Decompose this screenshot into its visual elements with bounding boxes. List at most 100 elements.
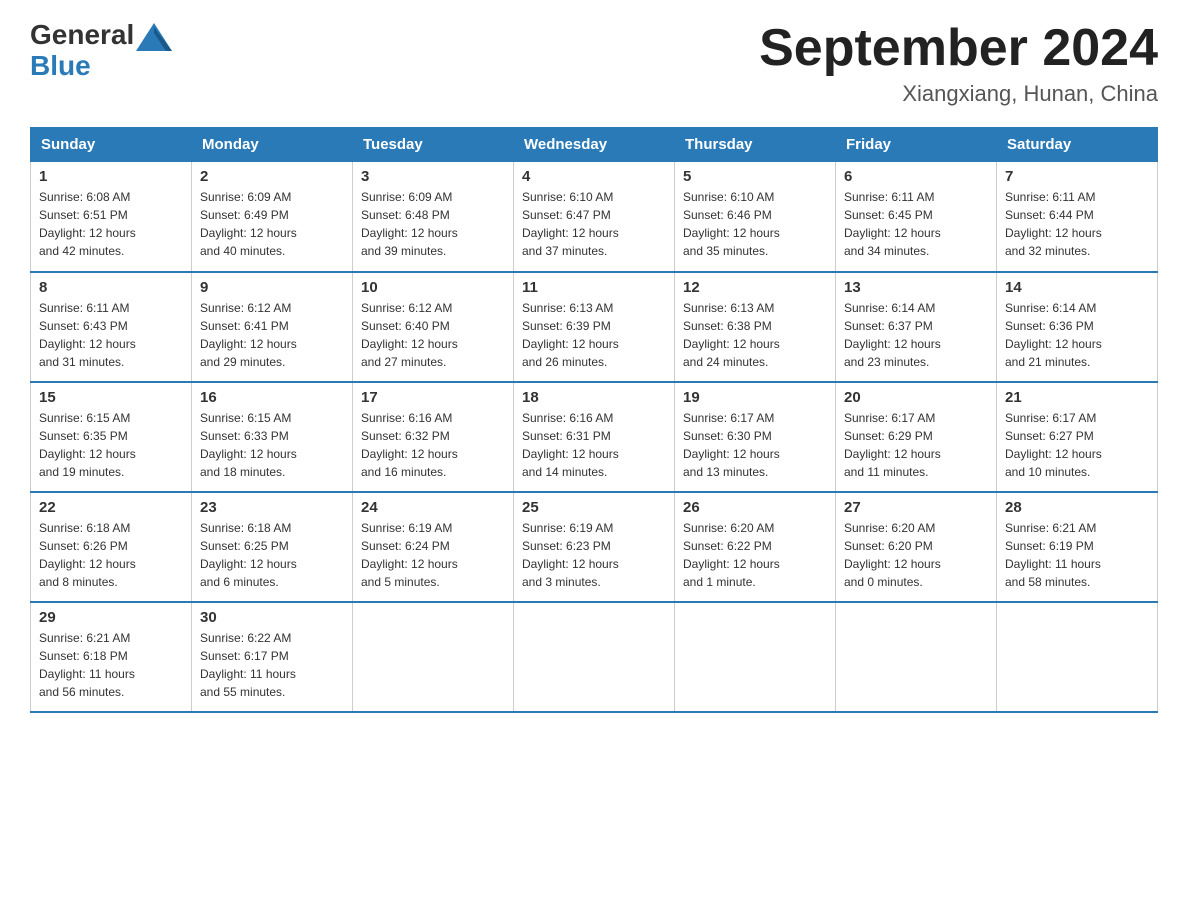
day-cell: 10Sunrise: 6:12 AM Sunset: 6:40 PM Dayli… xyxy=(353,272,514,382)
day-info: Sunrise: 6:20 AM Sunset: 6:20 PM Dayligh… xyxy=(844,519,988,591)
day-info: Sunrise: 6:14 AM Sunset: 6:36 PM Dayligh… xyxy=(1005,299,1149,371)
day-cell xyxy=(997,602,1158,712)
day-cell xyxy=(514,602,675,712)
week-row-3: 22 Sunrise: 6:18 AM Sunset: 6:26 PM Dayli… xyxy=(31,492,1158,602)
day-cell xyxy=(353,602,514,712)
header-saturday: Saturday xyxy=(997,128,1158,162)
week-row-1: 8 Sunrise: 6:11 AM Sunset: 6:43 PM Daylig… xyxy=(31,272,1158,382)
day-number: 8 xyxy=(39,279,183,296)
week-row-0: 1Sunrise: 6:08 AM Sunset: 6:51 PM Daylig… xyxy=(31,162,1158,272)
logo-general: General xyxy=(30,20,172,51)
day-cell: 25Sunrise: 6:19 AM Sunset: 6:23 PM Dayli… xyxy=(514,492,675,602)
day-number: 19 xyxy=(683,389,827,406)
day-info: Sunrise: 6:20 AM Sunset: 6:22 PM Dayligh… xyxy=(683,519,827,591)
day-number: 27 xyxy=(844,499,988,516)
day-cell: 16 Sunrise: 6:15 AM Sunset: 6:33 PM Dayli… xyxy=(192,382,353,492)
day-number: 30 xyxy=(200,609,344,626)
day-number: 26 xyxy=(683,499,827,516)
header-thursday: Thursday xyxy=(675,128,836,162)
day-number: 4 xyxy=(522,168,666,185)
day-cell: 27 Sunrise: 6:20 AM Sunset: 6:20 PM Dayli… xyxy=(836,492,997,602)
day-info: Sunrise: 6:18 AM Sunset: 6:25 PM Dayligh… xyxy=(200,519,344,591)
day-number: 28 xyxy=(1005,499,1149,516)
day-info: Sunrise: 6:18 AM Sunset: 6:26 PM Dayligh… xyxy=(39,519,183,591)
header-friday: Friday xyxy=(836,128,997,162)
header-sunday: Sunday xyxy=(31,128,192,162)
day-info: Sunrise: 6:13 AM Sunset: 6:39 PM Dayligh… xyxy=(522,299,666,371)
day-cell: 30 Sunrise: 6:22 AM Sunset: 6:17 PM Dayli… xyxy=(192,602,353,712)
day-cell: 13 Sunrise: 6:14 AM Sunset: 6:37 PM Dayli… xyxy=(836,272,997,382)
day-cell: 29Sunrise: 6:21 AM Sunset: 6:18 PM Dayli… xyxy=(31,602,192,712)
title-block: September 2024 Xiangxiang, Hunan, China xyxy=(759,20,1158,107)
day-info: Sunrise: 6:11 AM Sunset: 6:45 PM Dayligh… xyxy=(844,188,988,260)
day-cell: 11 Sunrise: 6:13 AM Sunset: 6:39 PM Dayli… xyxy=(514,272,675,382)
day-info: Sunrise: 6:15 AM Sunset: 6:35 PM Dayligh… xyxy=(39,409,183,481)
day-number: 2 xyxy=(200,168,344,185)
day-cell: 5 Sunrise: 6:10 AM Sunset: 6:46 PM Daylig… xyxy=(675,162,836,272)
day-info: Sunrise: 6:22 AM Sunset: 6:17 PM Dayligh… xyxy=(200,629,344,701)
day-info: Sunrise: 6:21 AM Sunset: 6:19 PM Dayligh… xyxy=(1005,519,1149,591)
calendar-title: September 2024 xyxy=(759,20,1158,77)
day-cell: 7 Sunrise: 6:11 AM Sunset: 6:44 PM Daylig… xyxy=(997,162,1158,272)
calendar-table: SundayMondayTuesdayWednesdayThursdayFrid… xyxy=(30,127,1158,713)
day-number: 14 xyxy=(1005,279,1149,296)
day-number: 6 xyxy=(844,168,988,185)
day-cell xyxy=(836,602,997,712)
day-info: Sunrise: 6:09 AM Sunset: 6:48 PM Dayligh… xyxy=(361,188,505,260)
day-info: Sunrise: 6:15 AM Sunset: 6:33 PM Dayligh… xyxy=(200,409,344,481)
day-cell: 28 Sunrise: 6:21 AM Sunset: 6:19 PM Dayli… xyxy=(997,492,1158,602)
day-cell: 8 Sunrise: 6:11 AM Sunset: 6:43 PM Daylig… xyxy=(31,272,192,382)
day-number: 12 xyxy=(683,279,827,296)
day-cell: 18Sunrise: 6:16 AM Sunset: 6:31 PM Dayli… xyxy=(514,382,675,492)
day-cell: 2 Sunrise: 6:09 AM Sunset: 6:49 PM Daylig… xyxy=(192,162,353,272)
day-cell: 17 Sunrise: 6:16 AM Sunset: 6:32 PM Dayli… xyxy=(353,382,514,492)
day-info: Sunrise: 6:12 AM Sunset: 6:41 PM Dayligh… xyxy=(200,299,344,371)
day-cell: 20Sunrise: 6:17 AM Sunset: 6:29 PM Dayli… xyxy=(836,382,997,492)
day-info: Sunrise: 6:10 AM Sunset: 6:46 PM Dayligh… xyxy=(683,188,827,260)
day-number: 13 xyxy=(844,279,988,296)
day-number: 17 xyxy=(361,389,505,406)
day-number: 10 xyxy=(361,279,505,296)
day-info: Sunrise: 6:09 AM Sunset: 6:49 PM Dayligh… xyxy=(200,188,344,260)
day-cell: 22 Sunrise: 6:18 AM Sunset: 6:26 PM Dayli… xyxy=(31,492,192,602)
logo-triangle-icon xyxy=(136,23,172,51)
day-number: 22 xyxy=(39,499,183,516)
day-cell: 9 Sunrise: 6:12 AM Sunset: 6:41 PM Daylig… xyxy=(192,272,353,382)
day-info: Sunrise: 6:13 AM Sunset: 6:38 PM Dayligh… xyxy=(683,299,827,371)
day-info: Sunrise: 6:08 AM Sunset: 6:51 PM Dayligh… xyxy=(39,188,183,260)
day-number: 5 xyxy=(683,168,827,185)
day-number: 3 xyxy=(361,168,505,185)
day-cell: 24Sunrise: 6:19 AM Sunset: 6:24 PM Dayli… xyxy=(353,492,514,602)
day-cell: 1Sunrise: 6:08 AM Sunset: 6:51 PM Daylig… xyxy=(31,162,192,272)
day-cell: 12 Sunrise: 6:13 AM Sunset: 6:38 PM Dayli… xyxy=(675,272,836,382)
day-number: 23 xyxy=(200,499,344,516)
day-info: Sunrise: 6:17 AM Sunset: 6:29 PM Dayligh… xyxy=(844,409,988,481)
logo-blue: Blue xyxy=(30,51,172,82)
day-info: Sunrise: 6:11 AM Sunset: 6:44 PM Dayligh… xyxy=(1005,188,1149,260)
week-row-4: 29Sunrise: 6:21 AM Sunset: 6:18 PM Dayli… xyxy=(31,602,1158,712)
day-info: Sunrise: 6:10 AM Sunset: 6:47 PM Dayligh… xyxy=(522,188,666,260)
day-info: Sunrise: 6:14 AM Sunset: 6:37 PM Dayligh… xyxy=(844,299,988,371)
header-tuesday: Tuesday xyxy=(353,128,514,162)
day-cell: 23 Sunrise: 6:18 AM Sunset: 6:25 PM Dayli… xyxy=(192,492,353,602)
day-cell: 21Sunrise: 6:17 AM Sunset: 6:27 PM Dayli… xyxy=(997,382,1158,492)
day-number: 24 xyxy=(361,499,505,516)
day-number: 25 xyxy=(522,499,666,516)
day-number: 18 xyxy=(522,389,666,406)
day-cell xyxy=(675,602,836,712)
day-cell: 26 Sunrise: 6:20 AM Sunset: 6:22 PM Dayli… xyxy=(675,492,836,602)
day-cell: 14 Sunrise: 6:14 AM Sunset: 6:36 PM Dayli… xyxy=(997,272,1158,382)
calendar-header-row: SundayMondayTuesdayWednesdayThursdayFrid… xyxy=(31,128,1158,162)
day-number: 9 xyxy=(200,279,344,296)
day-info: Sunrise: 6:11 AM Sunset: 6:43 PM Dayligh… xyxy=(39,299,183,371)
header-monday: Monday xyxy=(192,128,353,162)
day-info: Sunrise: 6:17 AM Sunset: 6:30 PM Dayligh… xyxy=(683,409,827,481)
day-info: Sunrise: 6:16 AM Sunset: 6:32 PM Dayligh… xyxy=(361,409,505,481)
day-cell: 19 Sunrise: 6:17 AM Sunset: 6:30 PM Dayli… xyxy=(675,382,836,492)
day-number: 7 xyxy=(1005,168,1149,185)
day-cell: 6 Sunrise: 6:11 AM Sunset: 6:45 PM Daylig… xyxy=(836,162,997,272)
day-number: 16 xyxy=(200,389,344,406)
page-header: General Blue September 2024 Xiangxiang, … xyxy=(30,20,1158,107)
day-cell: 3 Sunrise: 6:09 AM Sunset: 6:48 PM Daylig… xyxy=(353,162,514,272)
day-number: 11 xyxy=(522,279,666,296)
